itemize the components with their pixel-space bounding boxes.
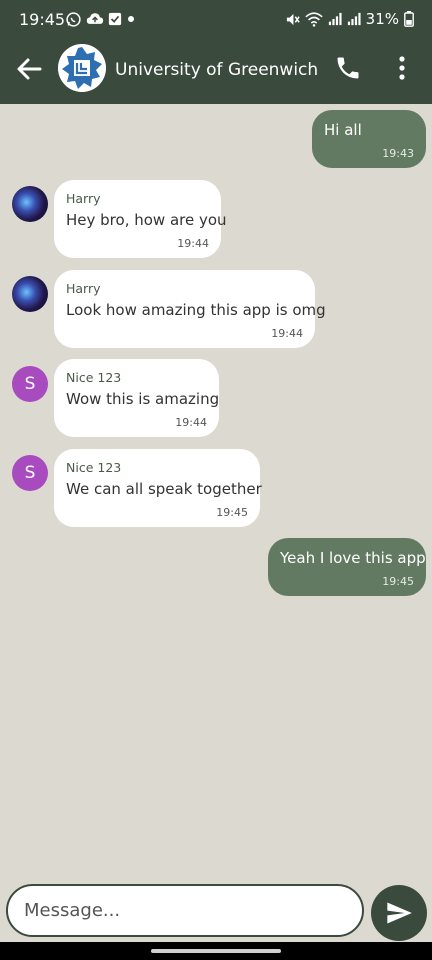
outgoing-message[interactable]: Yeah I love this app 19:45 bbox=[268, 538, 426, 596]
message-list[interactable]: Hi all 19:43 Harry Hey bro, how are you … bbox=[0, 104, 432, 874]
arrow-left-icon bbox=[17, 58, 42, 80]
message-text: Hey bro, how are you bbox=[66, 211, 227, 229]
message-input[interactable] bbox=[6, 884, 364, 937]
sender-avatar[interactable]: S bbox=[12, 366, 48, 402]
message-text: Look how amazing this app is omg bbox=[66, 301, 326, 319]
battery-icon bbox=[404, 11, 414, 27]
group-avatar[interactable] bbox=[58, 44, 106, 92]
message-time: 19:43 bbox=[382, 147, 414, 160]
wifi-icon bbox=[305, 11, 323, 27]
signal-icon bbox=[328, 12, 342, 26]
sender-name: Nice 123 bbox=[66, 370, 122, 385]
status-left-icons bbox=[65, 10, 136, 28]
more-options-button[interactable] bbox=[392, 54, 412, 82]
status-time: 19:45 bbox=[19, 10, 66, 29]
phone-icon bbox=[337, 57, 359, 79]
more-vertical-icon bbox=[399, 56, 405, 80]
message-time: 19:45 bbox=[382, 575, 414, 588]
sender-avatar[interactable] bbox=[12, 186, 48, 222]
message-time: 19:44 bbox=[271, 327, 303, 340]
sender-avatar[interactable]: S bbox=[12, 455, 48, 491]
sender-avatar[interactable] bbox=[12, 276, 48, 312]
university-logo bbox=[58, 44, 106, 92]
cloud-upload-icon bbox=[86, 13, 104, 24]
message-text: We can all speak together bbox=[66, 480, 262, 498]
incoming-message[interactable]: Harry Hey bro, how are you 19:44 bbox=[54, 180, 227, 258]
message-time: 19:45 bbox=[216, 506, 248, 519]
incoming-message[interactable]: Nice 123 Wow this is amazing 19:44 bbox=[54, 359, 219, 437]
chat-header: University of Greenwich bbox=[0, 40, 432, 104]
sender-name: Nice 123 bbox=[66, 460, 122, 475]
send-icon bbox=[387, 902, 412, 924]
message-text: Hi all bbox=[324, 121, 362, 139]
compose-bar bbox=[0, 874, 432, 946]
sender-name: Harry bbox=[66, 191, 101, 206]
call-button[interactable] bbox=[334, 54, 362, 82]
top-bar: 19:45 31% University of Greenwich bbox=[0, 0, 432, 104]
sender-name: Harry bbox=[66, 281, 101, 296]
mute-icon bbox=[286, 13, 300, 25]
signal-icon bbox=[347, 12, 361, 26]
send-button[interactable] bbox=[371, 885, 427, 941]
battery-percent: 31% bbox=[365, 10, 399, 28]
incoming-message[interactable]: Harry Look how amazing this app is omg 1… bbox=[54, 270, 326, 348]
status-right: 31% bbox=[285, 10, 414, 28]
message-text: Yeah I love this app bbox=[280, 549, 426, 567]
checkbox-icon bbox=[108, 12, 122, 26]
back-button[interactable] bbox=[14, 54, 44, 84]
whatsapp-icon bbox=[66, 11, 81, 27]
message-time: 19:44 bbox=[175, 416, 207, 429]
chat-title[interactable]: University of Greenwich bbox=[115, 60, 318, 80]
dot-icon bbox=[128, 16, 134, 22]
home-handle[interactable] bbox=[151, 949, 281, 953]
system-nav-bar bbox=[0, 942, 432, 960]
message-text: Wow this is amazing bbox=[66, 390, 220, 408]
status-bar: 19:45 31% bbox=[0, 0, 432, 40]
outgoing-message[interactable]: Hi all 19:43 bbox=[312, 110, 426, 168]
incoming-message[interactable]: Nice 123 We can all speak together 19:45 bbox=[54, 449, 262, 527]
message-time: 19:44 bbox=[177, 237, 209, 250]
